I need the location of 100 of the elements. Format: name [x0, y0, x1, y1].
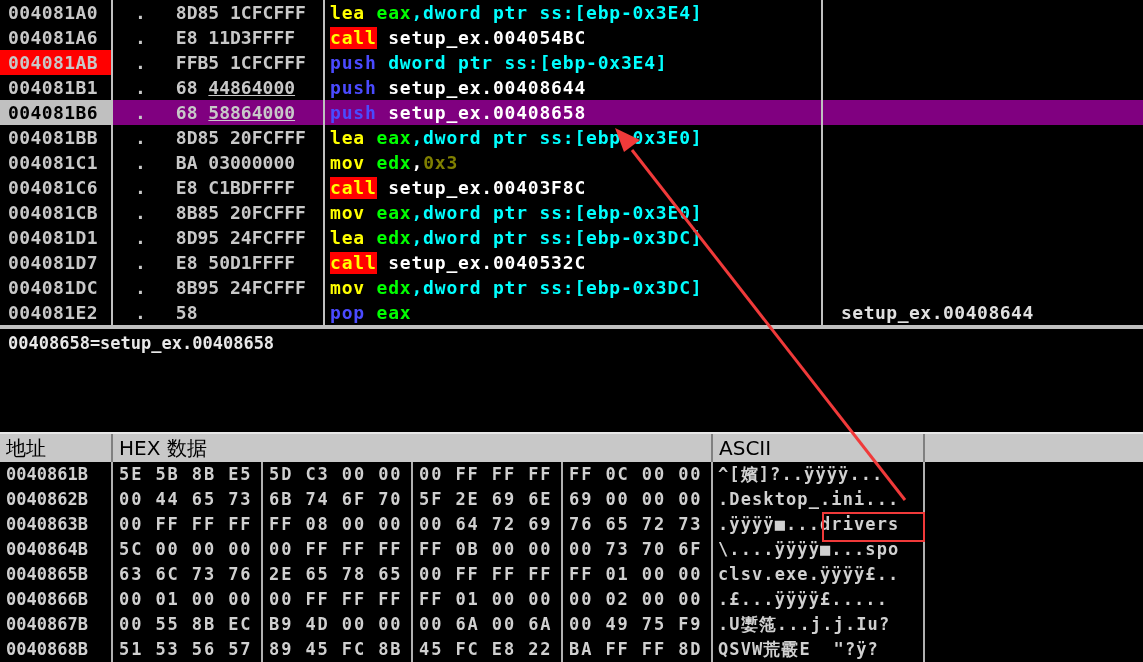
- operands: setup_ex.00403F8C: [387, 176, 587, 200]
- hex-cell: 89 45 FC 8B: [263, 637, 413, 662]
- column-header[interactable]: 地址: [0, 434, 113, 462]
- marker: .: [135, 301, 146, 325]
- marker: .: [135, 51, 146, 75]
- hex-cell: FF 0B 00 00: [413, 537, 563, 562]
- marker: .: [135, 151, 146, 175]
- marker: .: [135, 101, 146, 125]
- mnemonic: push: [330, 101, 377, 124]
- comment-text: setup_ex.00408644: [841, 302, 1034, 323]
- hex-bytes: E8 C1BDFFFF: [175, 176, 296, 200]
- mnemonic: lea: [330, 1, 365, 24]
- marker: .: [135, 1, 146, 25]
- address-cell: 0040864B: [0, 537, 113, 562]
- ascii-cell: .Desktop_.ini...: [713, 487, 925, 512]
- hex-cell: 6B 74 6F 70: [263, 487, 413, 512]
- mnemonic: call: [330, 251, 377, 274]
- marker: .: [135, 176, 146, 200]
- hex-cell: 00 02 00 00: [563, 587, 713, 612]
- hex-bytes: E8 11D3FFFF: [175, 26, 296, 50]
- marker: .: [135, 126, 146, 150]
- mnemonic: push: [330, 51, 377, 74]
- hex-cell: FF 01 00 00: [413, 587, 563, 612]
- operands: setup_ex.00408644: [387, 76, 587, 100]
- ascii-cell: clsv.exe.ÿÿÿÿ£..: [713, 562, 925, 587]
- hex-bytes: FFB5 1CFCFFF: [175, 51, 306, 75]
- hex-bytes: 68 44864000: [175, 76, 296, 100]
- hex-cell: FF 01 00 00: [563, 562, 713, 587]
- hex-bytes: BA 03000000: [175, 151, 296, 175]
- hex-cell: 00 FF FF FF: [413, 562, 563, 587]
- ascii-cell: \....ÿÿÿÿ■...spo: [713, 537, 925, 562]
- hex-cell: 00 FF FF FF: [113, 512, 263, 537]
- address-cell: 0040865B: [0, 562, 113, 587]
- marker: .: [135, 226, 146, 250]
- hex-cell: B9 4D 00 00: [263, 612, 413, 637]
- hex-cell: 00 73 70 6F: [563, 537, 713, 562]
- address-cell: 0040862B: [0, 487, 113, 512]
- operands: edx,0x3: [375, 151, 459, 175]
- address-cell: 0040866B: [0, 587, 113, 612]
- mnemonic: mov: [330, 151, 365, 174]
- hex-cell: BA FF FF 8D: [563, 637, 713, 662]
- operands: edx,dword ptr ss:[ebp-0x3DC]: [375, 276, 703, 300]
- hex-bytes: 68 58864000: [175, 101, 296, 125]
- operands: setup_ex.00408658: [387, 101, 587, 125]
- mnemonic: call: [330, 26, 377, 49]
- hex-bytes: 8D95 24FCFFF: [175, 226, 306, 250]
- address-cell: 004081B6: [0, 100, 113, 125]
- address-cell: 0040867B: [0, 612, 113, 637]
- address-cell: 0040861B: [0, 462, 113, 487]
- column-header[interactable]: ASCII: [713, 434, 925, 462]
- mnemonic: mov: [330, 276, 365, 299]
- hex-bytes: 8B85 20FCFFF: [175, 201, 306, 225]
- address-cell: 004081AB: [0, 50, 113, 75]
- marker: .: [135, 276, 146, 300]
- operands: setup_ex.0040532C: [387, 251, 587, 275]
- hex-cell: 51 53 56 57: [113, 637, 263, 662]
- hex-cell: 76 65 72 73: [563, 512, 713, 537]
- hex-bytes: 58: [175, 301, 198, 325]
- ascii-cell: QSVW荒霰E "?ÿ?: [713, 637, 925, 662]
- marker: .: [135, 201, 146, 225]
- hex-cell: 5C 00 00 00: [113, 537, 263, 562]
- hex-cell: 69 00 00 00: [563, 487, 713, 512]
- hex-cell: 00 6A 00 6A: [413, 612, 563, 637]
- ascii-cell: .U嬱筂...j.j.Iu?: [713, 612, 925, 637]
- hex-cell: 5F 2E 69 6E: [413, 487, 563, 512]
- ascii-cell: ^[嬪]?..ÿÿÿÿ...: [713, 462, 925, 487]
- marker: .: [135, 251, 146, 275]
- hex-cell: 00 FF FF FF: [263, 587, 413, 612]
- operands: eax: [375, 301, 412, 325]
- hex-bytes: 8B95 24FCFFF: [175, 276, 306, 300]
- mnemonic: call: [330, 176, 377, 199]
- marker: .: [135, 76, 146, 100]
- operands: edx,dword ptr ss:[ebp-0x3DC]: [375, 226, 703, 250]
- ascii-cell: .£...ÿÿÿÿ£.....: [713, 587, 925, 612]
- mnemonic: mov: [330, 201, 365, 224]
- hex-bytes: 8D85 1CFCFFF: [175, 1, 306, 25]
- hex-cell: FF 0C 00 00: [563, 462, 713, 487]
- info-text: 00408658=setup_ex.00408658: [8, 332, 275, 353]
- mnemonic: push: [330, 76, 377, 99]
- hex-cell: 00 64 72 69: [413, 512, 563, 537]
- hex-cell: 5D C3 00 00: [263, 462, 413, 487]
- mnemonic: lea: [330, 226, 365, 249]
- operands: dword ptr ss:[ebp-0x3E4]: [387, 51, 668, 75]
- hex-bytes: E8 50D1FFFF: [175, 251, 296, 275]
- operands: eax,dword ptr ss:[ebp-0x3E4]: [375, 1, 703, 25]
- hex-cell: 5E 5B 8B E5: [113, 462, 263, 487]
- hex-cell: 45 FC E8 22: [413, 637, 563, 662]
- hex-cell: 2E 65 78 65: [263, 562, 413, 587]
- hex-cell: 00 FF FF FF: [263, 537, 413, 562]
- column-header[interactable]: HEX 数据: [113, 434, 713, 462]
- hex-cell: 00 01 00 00: [113, 587, 263, 612]
- mnemonic: lea: [330, 126, 365, 149]
- hex-bytes: 8D85 20FCFFF: [175, 126, 306, 150]
- hex-cell: 00 44 65 73: [113, 487, 263, 512]
- address-cell: 0040868B: [0, 637, 113, 662]
- hex-cell: 63 6C 73 76: [113, 562, 263, 587]
- hex-cell: 00 49 75 F9: [563, 612, 713, 637]
- instruction-row[interactable]: 004081B6 . 68 58864000 push setup_ex.00408658: [0, 100, 1143, 125]
- address-cell: 0040863B: [0, 512, 113, 537]
- hex-cell: 00 FF FF FF: [413, 462, 563, 487]
